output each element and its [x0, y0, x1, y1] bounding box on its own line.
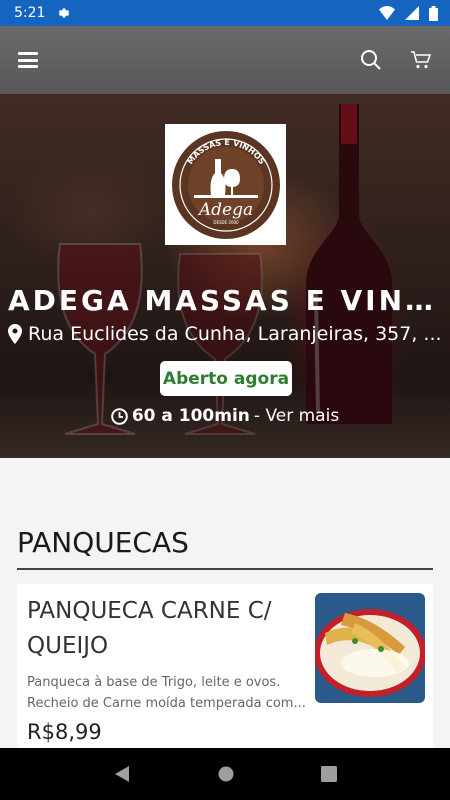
settings-gear-icon [59, 8, 70, 18]
clock-icon [111, 407, 128, 425]
description-line: Panqueca à base de Trigo, leite e ovos. [27, 675, 281, 690]
store-name: ADEGA MASSAS E VINHOS [8, 284, 444, 317]
store-logo: Adega DESDE 2000 MASSAS E VINHOS [165, 124, 286, 245]
recents-icon[interactable] [321, 766, 337, 782]
menu-icon[interactable] [18, 52, 38, 68]
product-description: Panqueca à base de Trigo, leite e ovos. … [27, 672, 307, 714]
section-divider [17, 568, 433, 570]
logo-small-text: DESDE 2000 [213, 220, 239, 225]
store-hero: Adega DESDE 2000 MASSAS E VINHOS ADEGA M… [0, 94, 450, 458]
signal-icon [405, 6, 419, 20]
see-more-link[interactable]: - Ver mais [254, 406, 339, 426]
battery-icon [429, 5, 438, 21]
delivery-info[interactable]: 60 a 100min - Ver mais [0, 406, 450, 426]
open-status-badge[interactable]: Aberto agora [160, 361, 292, 396]
address-text: Rua Euclides da Cunha, Laranjeiras, 357,… [28, 323, 442, 345]
location-pin-icon [8, 324, 22, 344]
cart-icon[interactable] [410, 50, 432, 70]
section-title: PANQUECAS [17, 526, 189, 559]
status-bar: 5:21 [0, 0, 450, 26]
home-icon[interactable] [217, 765, 235, 783]
logo-script-text: Adega [196, 200, 252, 220]
product-card[interactable]: PANQUECA CARNE C/ QUEIJO Panqueca à base… [17, 584, 433, 764]
system-nav-bar [0, 748, 450, 800]
app-bar [0, 26, 450, 94]
product-name: PANQUECA CARNE C/ QUEIJO [27, 598, 272, 659]
wifi-icon [379, 6, 395, 20]
store-address: Rua Euclides da Cunha, Laranjeiras, 357,… [8, 323, 444, 345]
delivery-time: 60 a 100min [131, 406, 250, 426]
product-image [315, 593, 425, 703]
back-icon[interactable] [113, 765, 131, 783]
search-icon[interactable] [360, 49, 382, 71]
status-time: 5:21 [14, 5, 46, 21]
product-price: R$8,99 [27, 720, 102, 744]
adega-logo-image: Adega DESDE 2000 MASSAS E VINHOS [171, 130, 280, 239]
description-line: Recheio de Carne moída temperada com... [27, 696, 306, 711]
